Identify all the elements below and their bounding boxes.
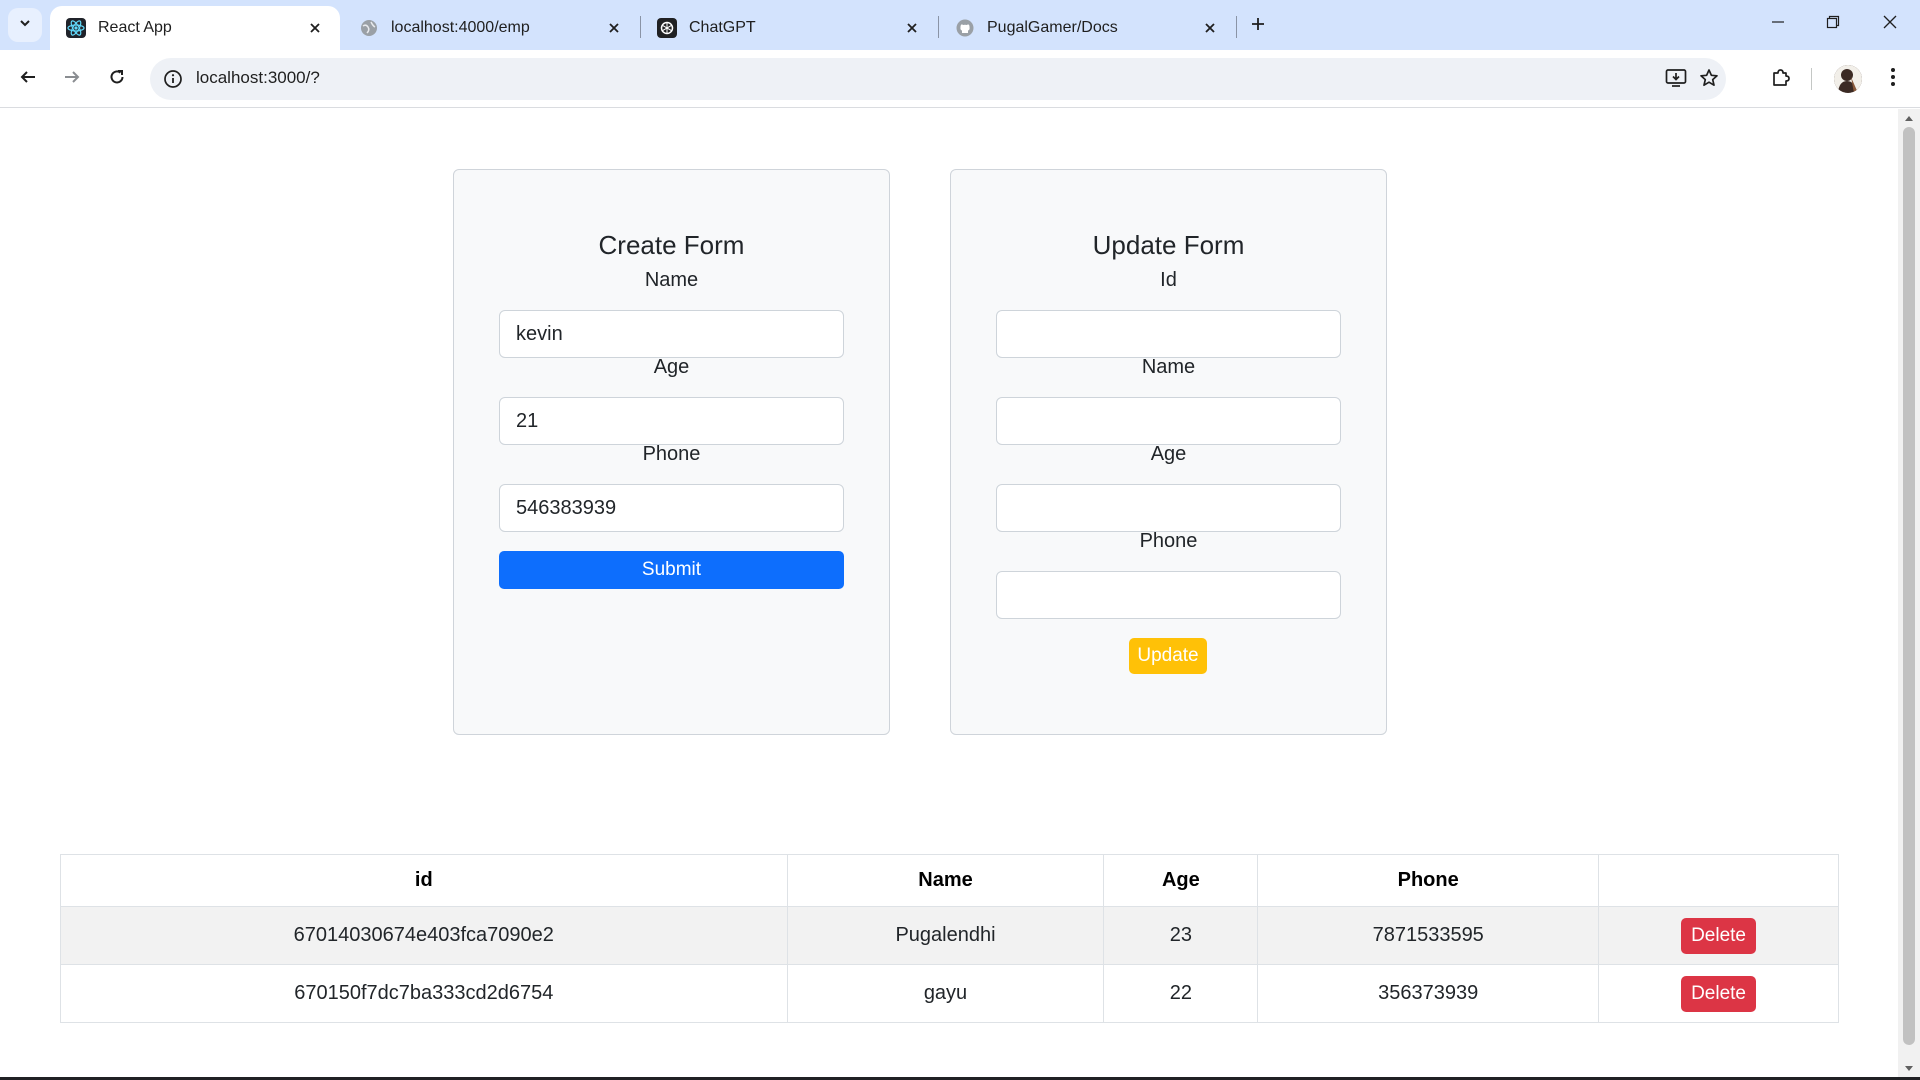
install-icon <box>1665 68 1687 93</box>
create-name-input[interactable] <box>499 310 844 358</box>
update-age-input[interactable] <box>996 484 1341 532</box>
minimize-icon <box>1771 15 1785 34</box>
url-text: localhost:3000/? <box>196 68 320 87</box>
reload-icon <box>108 68 126 91</box>
employee-table: id Name Age Phone 67014030674e403fca7090… <box>60 854 1839 1023</box>
create-phone-input[interactable] <box>499 484 844 532</box>
update-name-input[interactable] <box>996 397 1341 445</box>
update-button[interactable]: Update <box>1129 638 1207 674</box>
bookmark-button[interactable] <box>1695 67 1723 93</box>
toolbar-divider <box>1811 68 1812 90</box>
site-info-icon[interactable] <box>162 68 184 90</box>
update-form-title: Update Form <box>1092 230 1245 260</box>
cell-id: 670150f7dc7ba333cd2d6754 <box>60 964 788 1023</box>
cell-age: 22 <box>1103 964 1258 1023</box>
create-age-label: Age <box>653 356 690 378</box>
close-icon <box>1883 15 1897 34</box>
cell-name: Pugalendhi <box>786 906 1104 965</box>
table-header-row: id Name Age Phone <box>60 854 1839 907</box>
page-viewport: Create Form Name Age Phone Submit Update… <box>0 109 1898 1080</box>
close-icon[interactable] <box>603 17 625 39</box>
table-row: 670150f7dc7ba333cd2d6754 gayu 22 3563739… <box>60 964 1839 1023</box>
address-bar[interactable]: localhost:3000/? <box>150 58 1726 100</box>
update-name-label: Name <box>1141 356 1196 378</box>
update-age-label: Age <box>1150 443 1187 465</box>
back-button[interactable] <box>12 63 44 95</box>
tab-strip: React App localhost:4000/emp ChatGPT Pug… <box>0 0 1920 50</box>
tab-react-app[interactable]: React App <box>50 6 340 50</box>
profile-avatar[interactable] <box>1834 65 1862 93</box>
chatgpt-icon <box>657 18 677 38</box>
new-tab-button[interactable] <box>1244 12 1272 40</box>
tab-localhost-emp[interactable]: localhost:4000/emp <box>343 6 639 50</box>
column-header-actions <box>1598 854 1839 907</box>
update-phone-input[interactable] <box>996 571 1341 619</box>
scrollbar-thumb[interactable] <box>1903 127 1915 1045</box>
puzzle-icon <box>1771 67 1791 92</box>
arrow-right-icon <box>63 68 81 91</box>
plus-icon <box>1250 16 1266 37</box>
scroll-up-icon[interactable] <box>1903 112 1915 124</box>
close-window-button[interactable] <box>1868 6 1912 42</box>
tab-github-docs[interactable]: PugalGamer/Docs <box>939 6 1235 50</box>
reload-button[interactable] <box>101 63 133 95</box>
scroll-down-icon[interactable] <box>1903 1063 1915 1075</box>
tab-title: React App <box>98 19 172 36</box>
star-icon <box>1699 68 1719 93</box>
delete-button[interactable]: Delete <box>1681 975 1756 1012</box>
create-form-title: Create Form <box>598 230 745 260</box>
close-icon[interactable] <box>901 17 923 39</box>
github-icon <box>955 18 975 38</box>
submit-button[interactable]: Submit <box>499 551 844 589</box>
create-form-card: Create Form Name Age Phone Submit <box>453 169 890 735</box>
react-icon <box>66 18 86 38</box>
arrow-left-icon <box>19 68 37 91</box>
update-id-label: Id <box>1160 269 1177 291</box>
restore-icon <box>1826 15 1840 34</box>
forward-button[interactable] <box>56 63 88 95</box>
create-name-label: Name <box>644 269 699 291</box>
tab-title: ChatGPT <box>689 19 756 36</box>
restore-button[interactable] <box>1811 6 1855 42</box>
tab-chatgpt[interactable]: ChatGPT <box>641 6 937 50</box>
browser-toolbar: localhost:3000/? <box>0 50 1920 108</box>
tab-title: PugalGamer/Docs <box>987 19 1118 36</box>
cell-actions: Delete <box>1598 964 1839 1023</box>
column-header-phone: Phone <box>1257 854 1599 907</box>
chevron-down-icon <box>18 16 32 35</box>
tab-title: localhost:4000/emp <box>391 19 530 36</box>
tab-separator <box>1236 16 1237 38</box>
delete-button[interactable]: Delete <box>1681 917 1756 954</box>
cell-age: 23 <box>1103 906 1258 965</box>
menu-button[interactable] <box>1877 63 1909 95</box>
create-phone-label: Phone <box>642 443 701 465</box>
close-icon[interactable] <box>1199 17 1221 39</box>
cell-phone: 7871533595 <box>1257 906 1599 965</box>
minimize-button[interactable] <box>1756 6 1800 42</box>
table-row: 67014030674e403fca7090e2 Pugalendhi 23 7… <box>60 906 1839 965</box>
column-header-id: id <box>60 854 788 907</box>
tab-search-button[interactable] <box>8 8 42 42</box>
install-app-button[interactable] <box>1662 67 1690 93</box>
column-header-name: Name <box>786 854 1104 907</box>
cell-phone: 356373939 <box>1257 964 1599 1023</box>
cell-name: gayu <box>786 964 1104 1023</box>
close-icon[interactable] <box>304 17 326 39</box>
globe-icon <box>359 18 379 38</box>
update-form-card: Update Form Id Name Age Phone Update <box>950 169 1387 735</box>
create-age-input[interactable] <box>499 397 844 445</box>
update-id-input[interactable] <box>996 310 1341 358</box>
cell-id: 67014030674e403fca7090e2 <box>60 906 788 965</box>
vertical-scrollbar[interactable] <box>1898 109 1920 1080</box>
update-phone-label: Phone <box>1139 530 1198 552</box>
more-vertical-icon <box>1890 67 1896 92</box>
extensions-button[interactable] <box>1765 63 1797 95</box>
column-header-age: Age <box>1103 854 1258 907</box>
cell-actions: Delete <box>1598 906 1839 965</box>
